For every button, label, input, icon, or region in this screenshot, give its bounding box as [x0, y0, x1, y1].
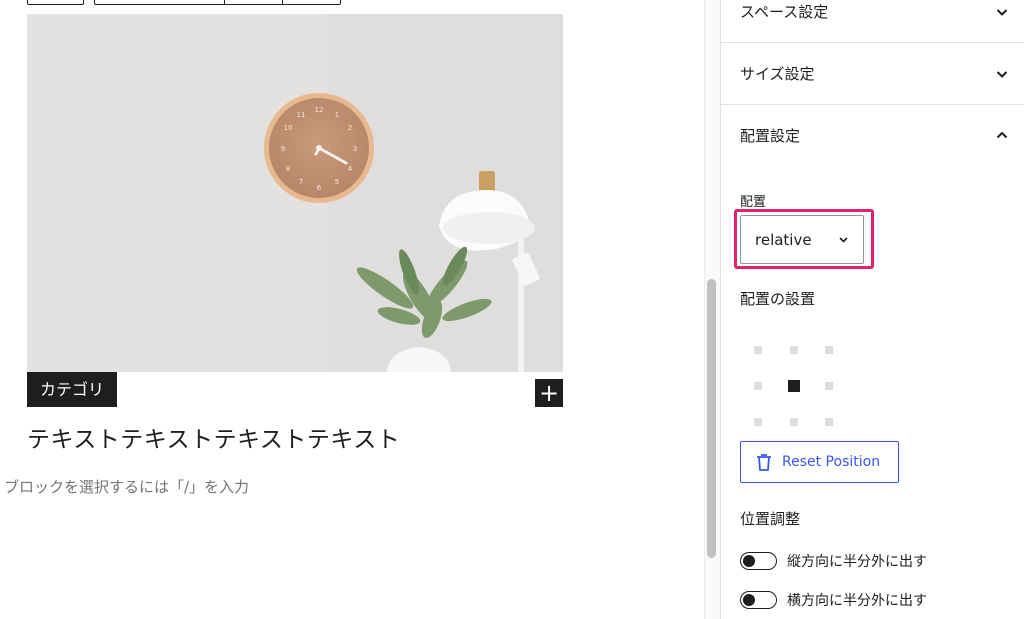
chevron-up-icon — [996, 131, 1008, 139]
svg-text:8: 8 — [286, 165, 290, 173]
svg-text:12: 12 — [315, 106, 324, 114]
settings-sidebar: スペース設定 サイズ設定 配置設定 配置 relative 配置の設置 Rese… — [720, 0, 1024, 619]
panel-size-settings[interactable]: サイズ設定 — [721, 43, 1024, 105]
svg-text:4: 4 — [348, 165, 353, 173]
svg-text:3: 3 — [353, 145, 357, 153]
card-title[interactable]: テキストテキストテキストテキスト — [27, 420, 400, 454]
placement-center[interactable] — [788, 380, 800, 392]
horizontal-half-out-label: 横方向に半分外に出す — [787, 593, 927, 609]
svg-text:6: 6 — [317, 184, 322, 192]
block-placeholder[interactable]: ブロックを選択するには「/」を入力 — [4, 476, 249, 497]
position-select-value: relative — [755, 230, 812, 249]
placement-bottom-left[interactable] — [754, 418, 762, 426]
vertical-half-out-label: 縦方向に半分外に出す — [787, 554, 927, 570]
reset-position-button[interactable]: Reset Position — [740, 441, 899, 483]
adjust-title: 位置調整 — [740, 510, 801, 528]
placement-grid — [754, 340, 844, 432]
svg-text:2: 2 — [348, 124, 352, 132]
trash-icon — [757, 454, 771, 471]
block-toolbar-group-1[interactable] — [27, 0, 84, 5]
position-field-label: 配置 — [740, 195, 767, 210]
placement-middle-right[interactable] — [825, 382, 833, 390]
placement-bottom-right[interactable] — [825, 418, 833, 426]
svg-text:5: 5 — [335, 178, 339, 186]
panel-size-settings-label: サイズ設定 — [740, 65, 815, 83]
placement-top-right[interactable] — [825, 346, 833, 354]
chevron-down-icon — [996, 70, 1008, 78]
panel-space-settings[interactable]: スペース設定 — [721, 0, 1024, 43]
svg-text:9: 9 — [281, 145, 285, 153]
block-toolbar-group-2[interactable] — [94, 0, 341, 5]
canvas-scrollbar-thumb[interactable] — [707, 279, 716, 558]
vertical-half-out-toggle[interactable] — [740, 552, 777, 570]
chevron-down-icon — [839, 237, 848, 243]
placement-top-center[interactable] — [790, 346, 798, 354]
placement-middle-left[interactable] — [754, 382, 762, 390]
svg-text:10: 10 — [284, 124, 293, 132]
horizontal-half-out-toggle[interactable] — [740, 591, 777, 609]
chevron-down-icon — [996, 8, 1008, 16]
placement-bottom-center[interactable] — [790, 418, 798, 426]
category-badge: カテゴリ — [27, 372, 118, 407]
svg-text:1: 1 — [335, 111, 339, 119]
reset-position-label: Reset Position — [782, 454, 881, 470]
card-image[interactable]: 12 1 2 345 678 9 10 11 — [27, 14, 563, 372]
panel-position-settings-label: 配置設定 — [740, 126, 801, 145]
position-select[interactable]: relative — [740, 215, 864, 264]
svg-text:11: 11 — [297, 111, 306, 119]
placement-top-left[interactable] — [754, 346, 762, 354]
toggle-row-vertical: 縦方向に半分外に出す — [740, 551, 927, 571]
add-block-button[interactable]: + — [535, 379, 563, 407]
toggle-row-horizontal: 横方向に半分外に出す — [740, 590, 927, 610]
editor-canvas: 12 1 2 345 678 9 10 11 カテゴリ + テキストテキストテキ… — [0, 0, 704, 619]
svg-text:7: 7 — [299, 178, 303, 186]
placement-title: 配置の設置 — [740, 290, 816, 308]
panel-space-settings-label: スペース設定 — [740, 3, 829, 21]
panel-position-settings[interactable]: 配置設定 — [721, 104, 1024, 166]
